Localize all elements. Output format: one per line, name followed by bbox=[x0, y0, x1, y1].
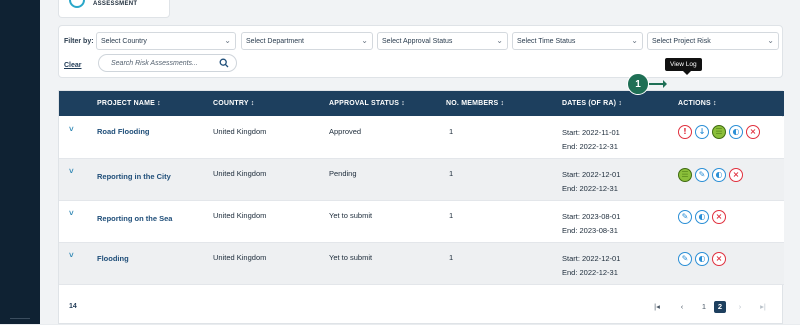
edit-icon[interactable]: ✎ bbox=[695, 168, 709, 182]
first-page-button[interactable]: |◂ bbox=[651, 301, 663, 313]
view-log-icon[interactable]: ☰ bbox=[712, 125, 726, 139]
time-status-select[interactable]: Select Time Status ⌄ bbox=[512, 32, 643, 50]
delete-icon[interactable]: × bbox=[712, 252, 726, 266]
table-row: ˅ Flooding United Kingdom Yet to submit … bbox=[59, 243, 784, 285]
department-select-value: Select Department bbox=[246, 38, 304, 45]
table-row: ˅ Reporting in the City United Kingdom P… bbox=[59, 159, 784, 201]
country-cell: United Kingdom bbox=[213, 169, 267, 178]
end-date: End: 2022-12-31 bbox=[562, 142, 618, 151]
total-count: 14 bbox=[69, 303, 77, 310]
members-cell: 1 bbox=[449, 253, 454, 262]
time-status-select-value: Select Time Status bbox=[517, 38, 576, 45]
toggle-icon[interactable]: ◐ bbox=[712, 168, 726, 182]
expand-row-icon[interactable]: ˅ bbox=[69, 251, 74, 260]
start-date: Start: 2022-12-01 bbox=[562, 254, 621, 263]
table-row: ˅ Road Flooding United Kingdom Approved … bbox=[59, 117, 784, 159]
delete-icon[interactable]: × bbox=[712, 210, 726, 224]
download-icon[interactable]: ↓ bbox=[695, 125, 709, 139]
country-cell: United Kingdom bbox=[213, 127, 267, 136]
chevron-down-icon: ⌄ bbox=[496, 36, 503, 45]
country-select[interactable]: Select Country ⌄ bbox=[96, 32, 236, 50]
end-date: End: 2022-12-31 bbox=[562, 184, 618, 193]
view-log-tooltip: View Log bbox=[665, 58, 702, 75]
approval-status-cell: Approved bbox=[329, 127, 362, 136]
risk-assessments-table: PROJECT NAME ↕ COUNTRY ↕ APPROVAL STATUS… bbox=[58, 90, 784, 325]
sidebar-divider bbox=[10, 318, 30, 324]
last-page-button[interactable]: ▸| bbox=[757, 301, 769, 313]
col-project-name[interactable]: PROJECT NAME ↕ bbox=[97, 100, 161, 107]
approval-status-select[interactable]: Select Approval Status ⌄ bbox=[377, 32, 508, 50]
left-sidebar bbox=[0, 0, 40, 324]
members-cell: 1 bbox=[449, 169, 454, 178]
project-name[interactable]: Reporting on the Sea bbox=[97, 214, 172, 223]
project-name[interactable]: Flooding bbox=[97, 254, 129, 263]
start-date: Start: 2023-08-01 bbox=[562, 212, 621, 221]
chevron-down-icon: ⌄ bbox=[767, 36, 774, 45]
country-cell: United Kingdom bbox=[213, 211, 267, 220]
assessment-card[interactable]: ASSESSMENT bbox=[58, 0, 170, 18]
filter-by-label: Filter by: bbox=[64, 38, 94, 45]
end-date: End: 2023-08-31 bbox=[562, 226, 618, 235]
delete-icon[interactable]: × bbox=[729, 168, 743, 182]
assessment-icon bbox=[69, 0, 85, 8]
toggle-icon[interactable]: ◐ bbox=[729, 125, 743, 139]
approval-status-cell: Pending bbox=[329, 169, 357, 178]
dates-cell: Start: 2022-12-01 End: 2022-12-31 bbox=[562, 168, 620, 196]
end-date: End: 2022-12-31 bbox=[562, 268, 618, 277]
department-select[interactable]: Select Department ⌄ bbox=[241, 32, 373, 50]
country-select-value: Select Country bbox=[101, 38, 147, 45]
next-page-button[interactable]: › bbox=[734, 301, 746, 313]
dates-cell: Start: 2022-12-01 End: 2022-12-31 bbox=[562, 252, 620, 280]
edit-icon[interactable]: ✎ bbox=[678, 252, 692, 266]
table-footer: 14 |◂ ‹ 1 2 › ▸| bbox=[59, 291, 784, 325]
assessment-card-label: ASSESSMENT bbox=[93, 1, 138, 7]
approval-status-cell: Yet to submit bbox=[329, 253, 373, 262]
start-date: Start: 2022-12-01 bbox=[562, 170, 621, 179]
country-cell: United Kingdom bbox=[213, 253, 267, 262]
col-approval-status[interactable]: APPROVAL STATUS ↕ bbox=[329, 100, 405, 107]
alert-icon[interactable]: ! bbox=[678, 125, 692, 139]
project-name[interactable]: Reporting in the City bbox=[97, 172, 171, 181]
clear-filters-link[interactable]: Clear bbox=[64, 62, 82, 69]
expand-row-icon[interactable]: ˅ bbox=[69, 167, 74, 176]
expand-row-icon[interactable]: ˅ bbox=[69, 125, 74, 134]
search-input[interactable]: Search Risk Assessments... bbox=[98, 54, 237, 72]
page-1-button[interactable]: 1 bbox=[698, 301, 710, 313]
page-2-button[interactable]: 2 bbox=[714, 301, 726, 313]
step-arrow bbox=[649, 80, 667, 88]
dates-cell: Start: 2022-11-01 End: 2022-12-31 bbox=[562, 126, 620, 154]
approval-status-select-value: Select Approval Status bbox=[382, 38, 453, 45]
prev-page-button[interactable]: ‹ bbox=[676, 301, 688, 313]
col-members[interactable]: NO. MEMBERS ↕ bbox=[446, 100, 504, 107]
col-dates[interactable]: DATES (OF RA) ↕ bbox=[562, 100, 622, 107]
project-risk-select-value: Select Project Risk bbox=[652, 38, 711, 45]
project-risk-select[interactable]: Select Project Risk ⌄ bbox=[647, 32, 779, 50]
step-marker: 1 bbox=[627, 73, 649, 95]
col-country[interactable]: COUNTRY ↕ bbox=[213, 100, 254, 107]
project-name[interactable]: Road Flooding bbox=[97, 127, 150, 136]
table-header: PROJECT NAME ↕ COUNTRY ↕ APPROVAL STATUS… bbox=[59, 91, 784, 116]
main-content: ASSESSMENT Filter by: Select Country ⌄ S… bbox=[40, 0, 800, 324]
chevron-down-icon: ⌄ bbox=[224, 36, 231, 45]
chevron-down-icon: ⌄ bbox=[361, 36, 368, 45]
view-log-icon[interactable]: ☰ bbox=[678, 168, 692, 182]
col-actions: ACTIONS ↕ bbox=[678, 100, 717, 107]
members-cell: 1 bbox=[449, 127, 454, 136]
toggle-icon[interactable]: ◐ bbox=[695, 210, 709, 224]
approval-status-cell: Yet to submit bbox=[329, 211, 373, 220]
dates-cell: Start: 2023-08-01 End: 2023-08-31 bbox=[562, 210, 620, 238]
search-icon[interactable] bbox=[219, 58, 229, 68]
start-date: Start: 2022-11-01 bbox=[562, 128, 620, 137]
members-cell: 1 bbox=[449, 211, 454, 220]
chevron-down-icon: ⌄ bbox=[631, 36, 638, 45]
expand-row-icon[interactable]: ˅ bbox=[69, 209, 74, 218]
edit-icon[interactable]: ✎ bbox=[678, 210, 692, 224]
toggle-icon[interactable]: ◐ bbox=[695, 252, 709, 266]
search-placeholder: Search Risk Assessments... bbox=[111, 60, 198, 67]
table-row: ˅ Reporting on the Sea United Kingdom Ye… bbox=[59, 201, 784, 243]
delete-icon[interactable]: × bbox=[746, 125, 760, 139]
